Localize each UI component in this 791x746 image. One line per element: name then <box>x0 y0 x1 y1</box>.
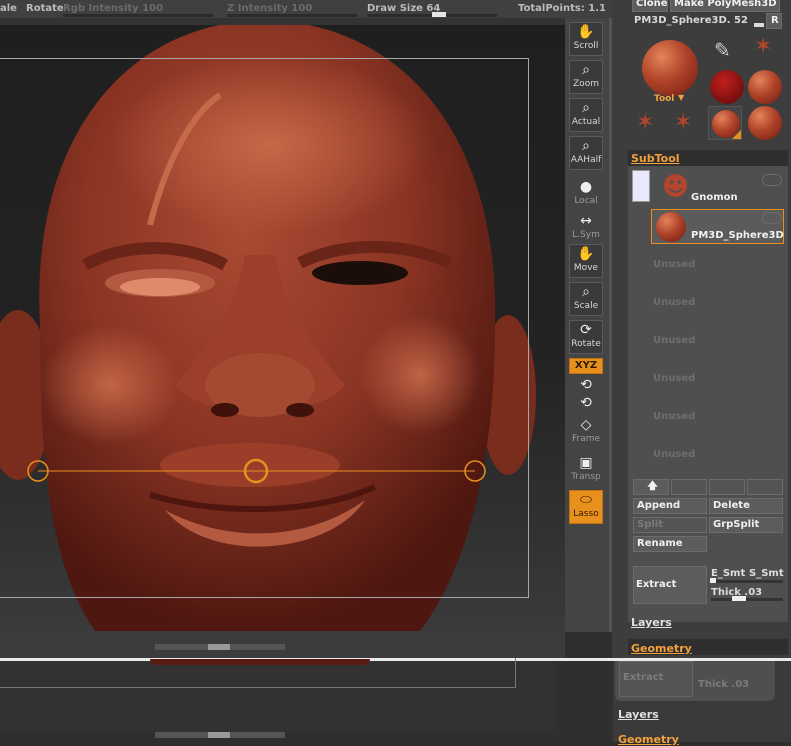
smt-knob[interactable] <box>710 578 716 583</box>
aahalf-icon: ⌕ <box>582 138 590 154</box>
s-smt-toggle[interactable]: S_Smt <box>749 568 784 579</box>
actual-button[interactable]: ⌕ Actual <box>569 98 603 132</box>
zsketch-icon-2[interactable]: ✶ <box>674 110 704 140</box>
xyz-button[interactable]: XYZ <box>569 358 603 374</box>
actual-icon: ⌕ <box>582 100 590 116</box>
rotate-y-icon[interactable]: ⟲ <box>569 376 603 394</box>
next-button[interactable] <box>747 479 783 495</box>
document-frame <box>0 58 529 598</box>
append-button[interactable]: Append <box>633 498 707 514</box>
hand-icon: ✋ <box>577 24 595 40</box>
total-points: TotalPoints: 1.1 <box>518 3 606 14</box>
transp-button[interactable]: ▣ Transp <box>569 454 603 488</box>
scale-icon: ⌕ <box>582 284 590 300</box>
frame-button[interactable]: ◇ Frame <box>569 416 603 450</box>
canvas-viewport[interactable] <box>0 25 565 631</box>
delete-button[interactable]: Delete <box>709 498 783 514</box>
e-smt-toggle[interactable]: E_Smt <box>711 568 745 579</box>
subtool-slot-unused: Unused <box>653 297 696 308</box>
arrow-up-icon: 🡅 <box>647 481 658 492</box>
subtool-title[interactable]: SubTool <box>631 152 680 165</box>
magnifier-icon: ⌕ <box>582 62 590 78</box>
symmetry-icon: ↔ <box>580 213 592 229</box>
subtool-slot-unused: Unused <box>653 335 696 346</box>
clone-button[interactable]: Clone <box>632 0 668 12</box>
tool-caption: Tool <box>654 94 675 104</box>
lasso-icon: ⬭ <box>580 492 592 508</box>
rotate-icon: ⟳ <box>580 322 592 338</box>
make-polymesh-button[interactable]: Make PolyMesh3D <box>670 0 780 12</box>
eye-icon[interactable] <box>762 174 782 186</box>
thick-knob[interactable] <box>732 596 746 601</box>
geometry-section[interactable]: Geometry <box>631 642 692 655</box>
brush-tool-icon[interactable]: ✎ <box>714 38 744 66</box>
thick-ghost: Thick .03 <box>698 679 750 690</box>
scale-button[interactable]: ale <box>0 3 17 14</box>
scroll-button[interactable]: ✋ Scroll <box>569 22 603 56</box>
aahalf-button[interactable]: ⌕ AAHalf <box>569 136 603 170</box>
frame-cube-icon: ◇ <box>580 417 592 433</box>
z-intensity-track[interactable] <box>227 14 357 17</box>
chevron-down-icon[interactable]: ▼ <box>678 93 684 102</box>
r-button[interactable]: R <box>766 13 782 29</box>
rgb-intensity-track[interactable] <box>63 14 213 17</box>
selected-sphere-slot[interactable] <box>708 106 742 140</box>
draw-size-slider[interactable]: Draw Size 64 <box>367 3 440 14</box>
draw-size-knob[interactable] <box>432 12 446 17</box>
layers-section-ghost[interactable]: Layers <box>618 708 659 721</box>
subtool-slot-unused: Unused <box>653 373 696 384</box>
lasso-button[interactable]: ⬭ Lasso <box>569 490 603 524</box>
local-sphere-icon: ● <box>579 179 593 195</box>
secondary-view: Extract Thick .03 Layers Geometry <box>0 658 791 746</box>
z-intensity-slider[interactable]: Z Intensity 100 <box>227 3 312 14</box>
rotate-view-button[interactable]: ⟳ Rotate <box>569 320 603 354</box>
split-button[interactable]: Split <box>633 517 707 533</box>
canvas-footer <box>0 631 565 658</box>
move-button[interactable]: ✋ Move <box>569 244 603 278</box>
move-down-button[interactable] <box>671 479 707 495</box>
sphere-thumb-2[interactable] <box>748 106 782 140</box>
zoom-button[interactable]: ⌕ Zoom <box>569 60 603 94</box>
lsym-button[interactable]: ↔ L.Sym <box>569 212 603 246</box>
transparency-icon: ▣ <box>579 455 593 471</box>
subtool-item-gnomon[interactable]: Gnomon <box>691 192 738 203</box>
layers-section[interactable]: Layers <box>631 616 672 629</box>
subtool-color-swatch[interactable] <box>632 170 650 202</box>
local-button[interactable]: ● Local <box>569 178 603 212</box>
zspheres-icon[interactable]: ✶ <box>754 34 780 64</box>
subtool-item-sphere[interactable]: PM3D_Sphere3D <box>691 230 784 241</box>
scale-view-button[interactable]: ⌕ Scale <box>569 282 603 316</box>
zsketch-icon-1[interactable]: ✶ <box>636 110 666 140</box>
geometry-section-ghost[interactable]: Geometry <box>618 733 679 746</box>
material-red-thumb[interactable] <box>710 70 744 104</box>
rename-button[interactable]: Rename <box>633 536 707 552</box>
rotate-button[interactable]: Rotate <box>26 3 64 14</box>
tool-slider-knob[interactable] <box>754 23 764 27</box>
sphere-thumb-1[interactable] <box>748 70 782 104</box>
eye-icon[interactable] <box>762 212 782 224</box>
subtool-slot-unused: Unused <box>653 259 696 270</box>
redo-button[interactable] <box>709 479 745 495</box>
extract-button[interactable]: Extract <box>633 566 707 604</box>
subtool-slot-unused: Unused <box>653 449 696 460</box>
rotate-z-icon[interactable]: ⟲ <box>569 394 603 412</box>
rgb-intensity-slider[interactable]: Rgb Intensity 100 <box>63 3 163 14</box>
collapse-arrows-icon[interactable] <box>208 644 230 650</box>
top-toolbar: ale Rotate Rgb Intensity 100 Z Intensity… <box>0 0 612 18</box>
subtool-slot-unused: Unused <box>653 411 696 422</box>
extract-button-ghost: Extract <box>619 661 693 697</box>
tool-name: PM3D_Sphere3D. 52 <box>634 15 748 26</box>
grpsplit-button[interactable]: GrpSplit <box>709 517 783 533</box>
move-up-button[interactable]: 🡅 <box>633 479 669 495</box>
current-tool-thumb[interactable] <box>642 40 698 96</box>
sphere-subtool-thumb <box>656 212 686 242</box>
move-hand-icon: ✋ <box>577 246 595 262</box>
gnomon-thumb-icon: ☻ <box>662 172 690 202</box>
